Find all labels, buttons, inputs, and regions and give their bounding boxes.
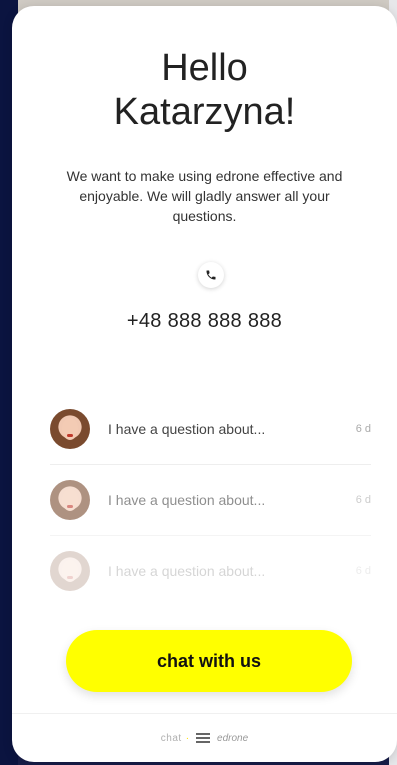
conversation-item[interactable]: I have a question about... 6 d [50, 465, 371, 536]
greeting-line-2: Katarzyna! [113, 91, 296, 133]
avatar-lips [67, 576, 73, 579]
greeting-title: Hello Katarzyna! [12, 46, 397, 134]
avatar [50, 409, 90, 449]
conversation-time: 6 d [355, 494, 371, 506]
widget-footer: chat · edrone [12, 713, 397, 762]
footer-chat-label: chat [160, 732, 182, 744]
phone-number[interactable]: +48 888 888 888 [12, 310, 397, 333]
avatar [50, 480, 90, 520]
conversation-list: I have a question about... 6 d I have a … [50, 394, 371, 606]
avatar-lips [67, 505, 73, 508]
chat-with-us-button[interactable]: chat with us [66, 630, 352, 692]
conversation-preview: I have a question about... [108, 421, 266, 437]
chat-widget: Hello Katarzyna! We want to make using e… [12, 6, 397, 762]
avatar-lips [67, 434, 73, 437]
conversation-item[interactable]: I have a question about... 6 d [50, 394, 371, 465]
conversation-item[interactable]: I have a question about... 6 d [50, 536, 371, 606]
footer-dot: · [185, 732, 190, 744]
footer-brand: edrone [217, 732, 249, 744]
conversation-preview: I have a question about... [108, 492, 266, 508]
phone-icon[interactable] [198, 262, 224, 288]
conversation-time: 6 d [355, 565, 371, 577]
conversation-time: 6 d [355, 423, 371, 435]
phone-glyph [206, 270, 216, 280]
greeting-line-1: Hello [161, 47, 248, 89]
intro-text: We want to make using edrone effective a… [66, 168, 343, 224]
avatar [50, 551, 90, 591]
menu-icon [196, 733, 211, 743]
conversation-preview: I have a question about... [108, 563, 266, 579]
